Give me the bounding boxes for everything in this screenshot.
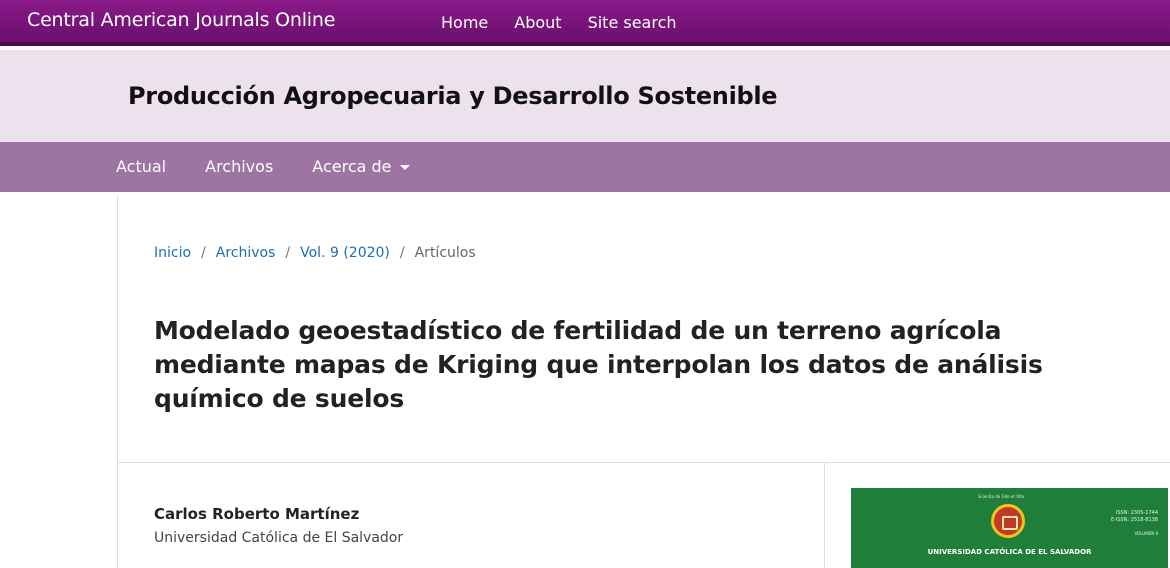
site-title-link[interactable]: Central American Journals Online [27,9,335,31]
cover-volume: VOLUMEN 9 [1134,531,1158,536]
nav-archivos[interactable]: Archivos [205,157,273,176]
breadcrumb-separator: / [201,245,206,261]
breadcrumb: Inicio / Archivos / Vol. 9 (2020) / Artí… [154,245,476,261]
nav-actual[interactable]: Actual [116,157,166,176]
article-title: Modelado geoestadístico de fertilidad de… [154,316,1043,413]
section-divider [118,462,1170,463]
cover-issn-print: ISSN: 2305-1744 [1115,510,1158,516]
journal-header: Producción Agropecuaria y Desarrollo Sos… [0,50,1170,142]
cover-university-name: UNIVERSIDAD CATÓLICA DE EL SALVADOR [927,548,1092,556]
site-nav-search[interactable]: Site search [588,13,677,32]
breadcrumb-separator: / [399,245,405,261]
cover-issn: ISSN: 2305-1744 E-ISSN: 2518-8138 [1111,510,1158,524]
author-name: Carlos Roberto Martínez [154,505,360,523]
university-seal-icon [991,504,1025,538]
article-page: Inicio / Archivos / Vol. 9 (2020) / Artí… [117,196,1170,568]
breadcrumb-home[interactable]: Inicio [154,245,191,261]
breadcrumb-issue[interactable]: Vol. 9 (2020) [300,245,390,261]
breadcrumb-archives[interactable]: Archivos [216,245,276,261]
author-affiliation: Universidad Católica de El Salvador [154,530,404,546]
column-divider [824,462,825,568]
caret-down-icon [399,165,410,170]
journal-title-link[interactable]: Producción Agropecuaria y Desarrollo Sos… [128,82,778,110]
site-nav: Home About Site search [441,13,677,32]
nav-acerca-de-label: Acerca de [312,157,392,176]
journal-nav: Actual Archivos Acerca de [0,142,1170,192]
site-nav-about[interactable]: About [514,13,561,32]
nav-acerca-de[interactable]: Acerca de [312,157,410,176]
site-header: Central American Journals Online Home Ab… [0,0,1170,46]
breadcrumb-current: Artículos [414,245,476,261]
site-nav-home[interactable]: Home [441,13,488,32]
breadcrumb-separator: / [285,245,291,261]
cover-issn-electronic: E-ISSN: 2518-8138 [1110,517,1158,523]
cover-motto: Scientia de Fide et Vita [978,494,1024,499]
issue-cover-image[interactable]: Scientia de Fide et Vita ISSN: 2305-1744… [851,488,1168,568]
